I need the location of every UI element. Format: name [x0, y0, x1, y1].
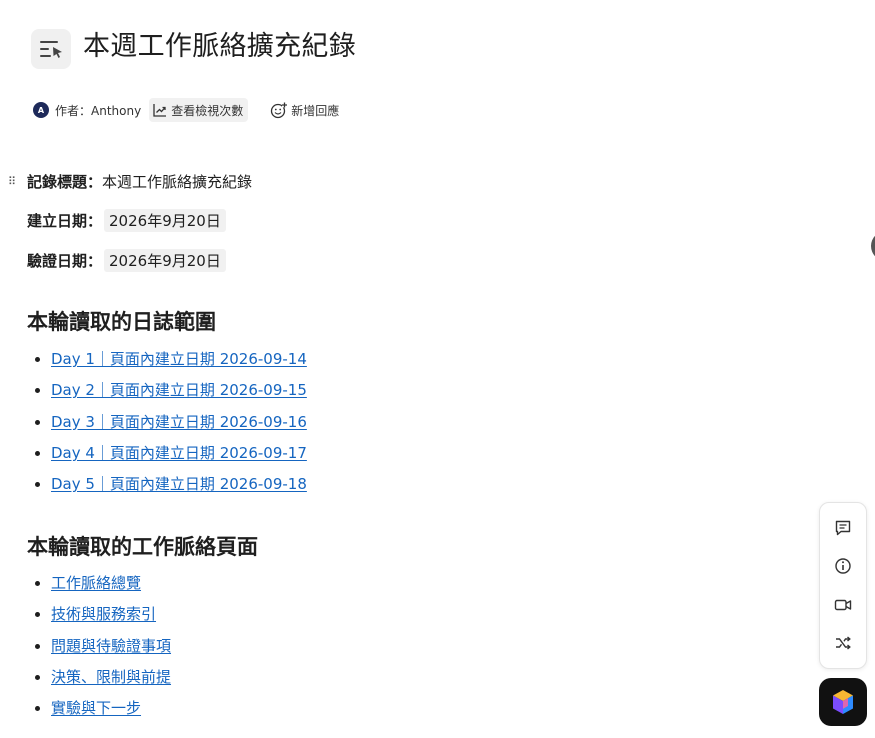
created-date-label: 建立日期： [27, 212, 103, 230]
context-link[interactable]: 工作脈絡總覽 [51, 574, 141, 592]
view-count-label: 查看檢視次數 [171, 103, 244, 118]
record-title-value: 本週工作脈絡擴充紀錄 [102, 173, 253, 191]
list-item: 工作脈絡總覽 [51, 568, 171, 599]
side-panel-handle[interactable] [871, 231, 875, 261]
log-link[interactable]: Day 2｜頁面內建立日期 2026-09-15 [51, 381, 307, 399]
list-item: Day 5｜頁面內建立日期 2026-09-18 [51, 469, 307, 500]
created-date-chip[interactable]: 2026年9月20日 [104, 209, 226, 232]
page-icon[interactable] [31, 29, 71, 69]
list-item: Day 3｜頁面內建立日期 2026-09-16 [51, 407, 307, 438]
comment-button[interactable] [829, 514, 857, 542]
ai-assistant-icon [833, 690, 853, 714]
context-list: 工作脈絡總覽 技術與服務索引 問題與待驗證事項 決策、限制與前提 實驗與下一步 [27, 568, 171, 724]
context-link[interactable]: 實驗與下一步 [51, 699, 141, 717]
avatar[interactable]: A [33, 102, 49, 118]
video-icon [834, 599, 852, 610]
log-link[interactable]: Day 5｜頁面內建立日期 2026-09-18 [51, 475, 307, 493]
drag-handle-icon[interactable]: ⠿ [8, 175, 18, 189]
list-item: Day 1｜頁面內建立日期 2026-09-14 [51, 344, 307, 375]
list-item: Day 4｜頁面內建立日期 2026-09-17 [51, 438, 307, 469]
record-title-label: 記錄標題： [27, 173, 103, 191]
list-item: 實驗與下一步 [51, 693, 171, 724]
info-icon [835, 558, 851, 575]
author-label: 作者：Anthony [55, 103, 142, 118]
verified-date-label: 驗證日期： [27, 252, 103, 270]
verified-date-field: 驗證日期： 2026年9月20日 [27, 249, 226, 272]
page-meta: A 作者：Anthony 查看檢視次數 新增回應 [33, 97, 339, 123]
logs-heading: 本輪讀取的日誌範圍 [27, 310, 216, 334]
log-link[interactable]: Day 4｜頁面內建立日期 2026-09-17 [51, 444, 307, 462]
created-date-field: 建立日期： 2026年9月20日 [27, 209, 226, 232]
side-toolbar [819, 502, 867, 669]
ai-assistant-button[interactable] [819, 678, 867, 726]
log-link[interactable]: Day 3｜頁面內建立日期 2026-09-16 [51, 413, 307, 431]
add-reaction-label: 新增回應 [291, 103, 340, 118]
list-item: 問題與待驗證事項 [51, 631, 171, 662]
list-item: 決策、限制與前提 [51, 662, 171, 693]
list-pointer-icon [40, 41, 62, 58]
context-heading: 本輪讀取的工作脈絡頁面 [27, 535, 258, 559]
video-button[interactable] [829, 591, 857, 619]
list-item: Day 2｜頁面內建立日期 2026-09-15 [51, 375, 307, 406]
context-link[interactable]: 技術與服務索引 [51, 605, 156, 623]
log-link[interactable]: Day 1｜頁面內建立日期 2026-09-14 [51, 350, 307, 368]
shuffle-button[interactable] [829, 629, 857, 657]
info-button[interactable] [829, 552, 857, 580]
add-reaction-button[interactable]: 新增回應 [270, 102, 339, 119]
context-link[interactable]: 問題與待驗證事項 [51, 637, 171, 655]
comment-icon [835, 520, 851, 536]
record-title-field: 記錄標題： 本週工作脈絡擴充紀錄 [27, 171, 252, 192]
shuffle-icon [836, 636, 851, 650]
add-emoji-icon [271, 102, 288, 118]
page-title: 本週工作脈絡擴充紀錄 [83, 31, 356, 62]
view-count-button[interactable]: 查看檢視次數 [149, 98, 249, 122]
logs-list: Day 1｜頁面內建立日期 2026-09-14 Day 2｜頁面內建立日期 2… [27, 344, 307, 500]
list-item: 技術與服務索引 [51, 599, 171, 630]
context-link[interactable]: 決策、限制與前提 [51, 668, 171, 686]
trend-chart-icon [153, 104, 167, 117]
verified-date-chip[interactable]: 2026年9月20日 [104, 249, 226, 272]
